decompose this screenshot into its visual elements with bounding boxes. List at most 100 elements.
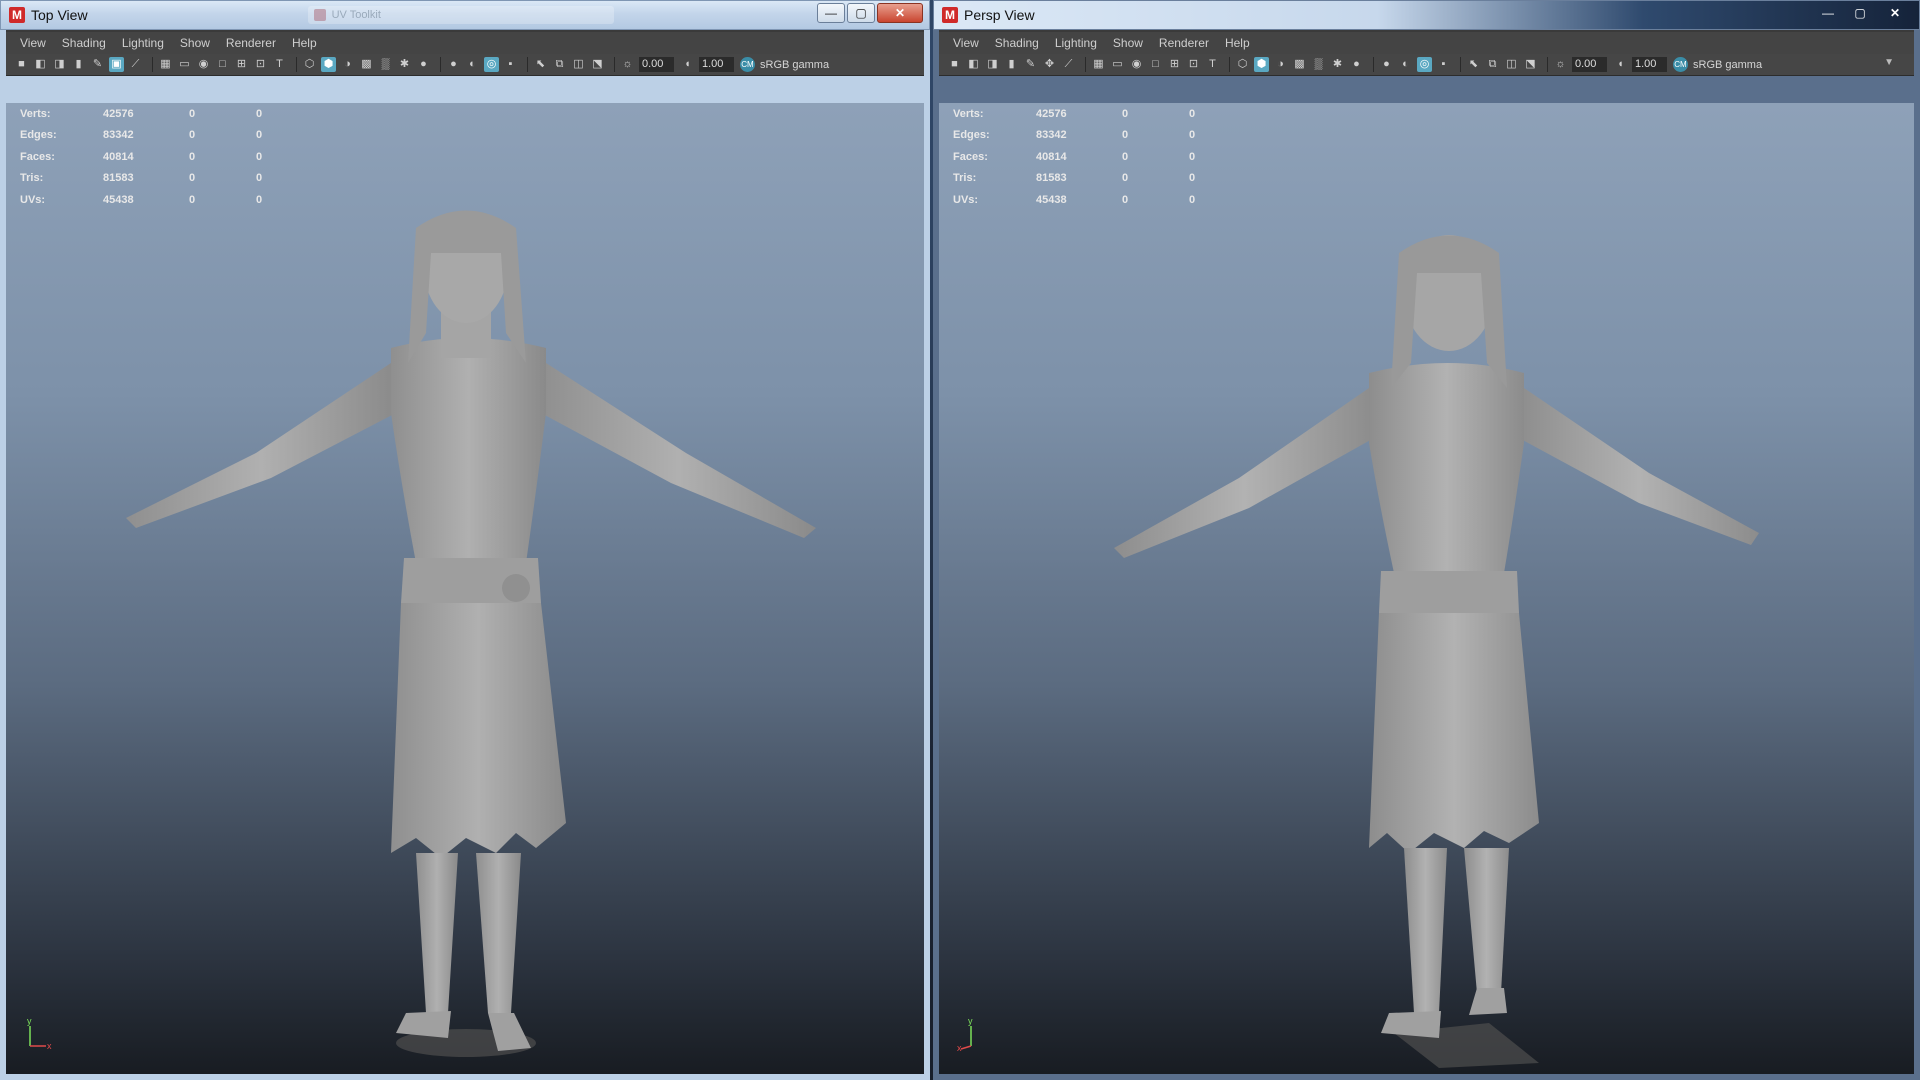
3d-viewport[interactable]: Verts: 42576 0 0 Edges: 83342 0 0 Faces:… xyxy=(6,103,924,1074)
motion-blur-icon[interactable]: ◐ xyxy=(465,57,480,72)
view-transform-label[interactable]: sRGB gamma xyxy=(1693,59,1762,71)
camera-icon[interactable]: ■ xyxy=(947,57,962,72)
wireframe-on-shaded-icon[interactable]: ◑ xyxy=(1273,57,1288,72)
menu-renderer[interactable]: Renderer xyxy=(1159,36,1209,50)
minimize-button[interactable]: — xyxy=(817,3,845,23)
menu-help[interactable]: Help xyxy=(1225,36,1250,50)
lights-icon[interactable]: ✱ xyxy=(397,57,412,72)
isolate-select-icon[interactable]: ⬉ xyxy=(533,57,548,72)
xray-active-icon[interactable]: ◫ xyxy=(571,57,586,72)
bookmark-camera-icon[interactable]: ◨ xyxy=(52,57,67,72)
menu-view[interactable]: View xyxy=(20,36,46,50)
textured-icon[interactable]: ▩ xyxy=(359,57,374,72)
anti-aliasing-icon[interactable]: ◎ xyxy=(484,57,499,72)
exposure-field[interactable]: 0.00 xyxy=(639,57,674,72)
color-management-icon[interactable]: CM xyxy=(740,57,755,72)
wireframe-icon[interactable]: ⬡ xyxy=(1235,57,1250,72)
title-bar[interactable]: M Top View UV Toolkit — ▢ ✕ xyxy=(0,0,930,30)
wireframe-on-shaded-icon[interactable]: ◑ xyxy=(340,57,355,72)
lights-icon[interactable]: ✱ xyxy=(1330,57,1345,72)
xray-joints-icon[interactable]: ⧉ xyxy=(552,57,567,72)
gamma-icon[interactable]: ◖ xyxy=(1613,57,1628,72)
menu-lighting[interactable]: Lighting xyxy=(122,36,164,50)
grease-pencil-icon[interactable]: ✎ xyxy=(1023,57,1038,72)
minimize-button[interactable]: — xyxy=(1813,3,1843,23)
smooth-shade-icon[interactable]: ⬢ xyxy=(1254,57,1269,72)
menu-show[interactable]: Show xyxy=(1113,36,1143,50)
axis-x-label: x xyxy=(47,1041,52,1051)
menu-renderer[interactable]: Renderer xyxy=(226,36,276,50)
3d-viewport[interactable]: Verts: 42576 0 0 Edges: 83342 0 0 Faces:… xyxy=(939,103,1914,1074)
bookmark-icon[interactable]: ▮ xyxy=(1004,57,1019,72)
textured-icon[interactable]: ▩ xyxy=(1292,57,1307,72)
menu-shading[interactable]: Shading xyxy=(995,36,1039,50)
safe-title-icon[interactable]: T xyxy=(272,57,287,72)
xray-icon[interactable]: ▒ xyxy=(1311,57,1326,72)
character-model-back[interactable] xyxy=(1069,143,1829,1074)
xray-joints-icon[interactable]: ⧉ xyxy=(1485,57,1500,72)
safe-action-icon[interactable]: ⊡ xyxy=(1186,57,1201,72)
wireframe-icon[interactable]: ⬡ xyxy=(302,57,317,72)
xray-icon[interactable]: ▒ xyxy=(378,57,393,72)
gamma-field[interactable]: 1.00 xyxy=(699,57,734,72)
maximize-button[interactable]: ▢ xyxy=(1845,3,1875,23)
window-title: Top View xyxy=(31,7,88,23)
title-bar[interactable]: M Persp View — ▢ ✕ xyxy=(933,0,1920,30)
grid-icon[interactable]: ▦ xyxy=(158,57,173,72)
anti-aliasing-icon[interactable]: ◎ xyxy=(1417,57,1432,72)
smooth-shade-icon[interactable]: ⬢ xyxy=(321,57,336,72)
menu-lighting[interactable]: Lighting xyxy=(1055,36,1097,50)
exposure-field[interactable]: 0.00 xyxy=(1572,57,1607,72)
xray-active-icon[interactable]: ◫ xyxy=(1504,57,1519,72)
gamma-icon[interactable]: ◖ xyxy=(680,57,695,72)
persp-view-window[interactable]: M Persp View — ▢ ✕ View Shading Lighting… xyxy=(933,0,1920,1080)
color-management-icon[interactable]: CM xyxy=(1673,57,1688,72)
film-gate-icon[interactable]: ▭ xyxy=(1110,57,1125,72)
close-button[interactable]: ✕ xyxy=(877,3,923,23)
resolution-gate-icon[interactable]: ◉ xyxy=(1129,57,1144,72)
view-transform-label[interactable]: sRGB gamma xyxy=(760,59,829,71)
safe-action-icon[interactable]: ⊡ xyxy=(253,57,268,72)
menu-help[interactable]: Help xyxy=(292,36,317,50)
shadows-icon[interactable]: ● xyxy=(416,57,431,72)
background-window-tab[interactable]: UV Toolkit xyxy=(307,6,614,24)
menu-show[interactable]: Show xyxy=(180,36,210,50)
resolution-gate-icon[interactable]: ◉ xyxy=(196,57,211,72)
image-plane-icon[interactable]: ✥ xyxy=(1042,57,1057,72)
close-button[interactable]: ✕ xyxy=(1877,3,1913,23)
2d-pan-zoom-icon[interactable]: ⟋ xyxy=(1061,57,1076,72)
camera-attributes-icon[interactable]: ◧ xyxy=(966,57,981,72)
gate-mask-icon[interactable]: □ xyxy=(1148,57,1163,72)
exposure-icon[interactable]: ☼ xyxy=(1553,57,1568,72)
bookmark-icon[interactable]: ▮ xyxy=(71,57,86,72)
maximize-button[interactable]: ▢ xyxy=(847,3,875,23)
chevron-down-icon[interactable]: ▼ xyxy=(1884,57,1894,68)
ambient-occlusion-icon[interactable]: ● xyxy=(1379,57,1394,72)
depth-of-field-icon[interactable]: ▪ xyxy=(503,57,518,72)
2d-pan-zoom-icon[interactable]: ⟋ xyxy=(128,57,143,72)
exposure-icon[interactable]: ☼ xyxy=(620,57,635,72)
gamma-field[interactable]: 1.00 xyxy=(1632,57,1667,72)
gate-mask-icon[interactable]: □ xyxy=(215,57,230,72)
camera-attributes-icon[interactable]: ◧ xyxy=(33,57,48,72)
image-plane-icon[interactable]: ▣ xyxy=(109,57,124,72)
grease-pencil-icon[interactable]: ✎ xyxy=(90,57,105,72)
isolate-select-icon[interactable]: ⬉ xyxy=(1466,57,1481,72)
field-chart-icon[interactable]: ⊞ xyxy=(234,57,249,72)
safe-title-icon[interactable]: T xyxy=(1205,57,1220,72)
shadows-icon[interactable]: ● xyxy=(1349,57,1364,72)
field-chart-icon[interactable]: ⊞ xyxy=(1167,57,1182,72)
top-view-window[interactable]: M Top View UV Toolkit — ▢ ✕ View Shading… xyxy=(0,0,930,1080)
film-gate-icon[interactable]: ▭ xyxy=(177,57,192,72)
camera-icon[interactable]: ■ xyxy=(14,57,29,72)
motion-blur-icon[interactable]: ◐ xyxy=(1398,57,1413,72)
backface-culling-icon[interactable]: ⬔ xyxy=(590,57,605,72)
backface-culling-icon[interactable]: ⬔ xyxy=(1523,57,1538,72)
character-model-front[interactable] xyxy=(96,133,856,1074)
menu-shading[interactable]: Shading xyxy=(62,36,106,50)
depth-of-field-icon[interactable]: ▪ xyxy=(1436,57,1451,72)
ambient-occlusion-icon[interactable]: ● xyxy=(446,57,461,72)
grid-icon[interactable]: ▦ xyxy=(1091,57,1106,72)
menu-view[interactable]: View xyxy=(953,36,979,50)
bookmark-camera-icon[interactable]: ◨ xyxy=(985,57,1000,72)
